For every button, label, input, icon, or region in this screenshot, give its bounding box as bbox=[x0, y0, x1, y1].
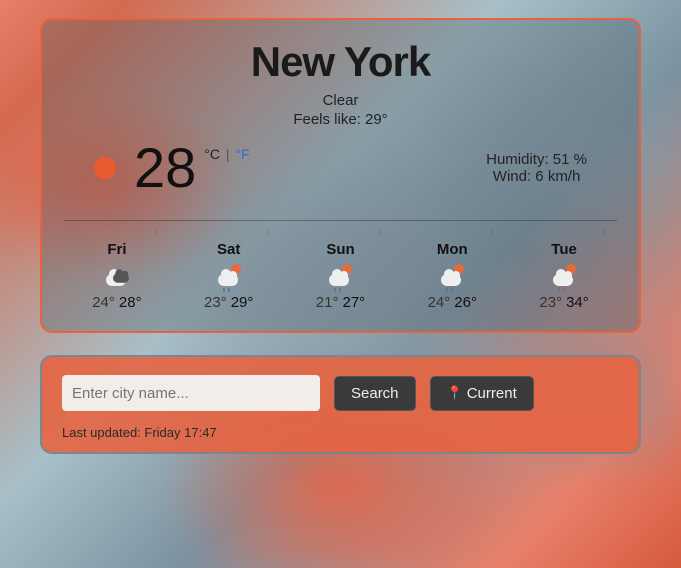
menu-dots-icon: ⋮ bbox=[377, 229, 383, 236]
divider bbox=[64, 220, 617, 221]
search-button[interactable]: Search bbox=[334, 376, 416, 411]
forecast-temps: 24°28° bbox=[64, 294, 170, 311]
forecast-row: ⋮ Fri 24°28° ⋮ Sat 23°29° ⋮ Sun 21°27° bbox=[64, 231, 617, 311]
weather-card: New York Clear Feels like: 29° 28 °C | °… bbox=[40, 18, 641, 333]
unit-toggle: °C | °F bbox=[204, 146, 249, 162]
forecast-day-name: Tue bbox=[511, 241, 617, 258]
unit-celsius[interactable]: °C bbox=[204, 146, 220, 162]
rain-sun-icon bbox=[215, 266, 243, 288]
forecast-day-name: Sat bbox=[176, 241, 282, 258]
wind: Wind: 6 km/h bbox=[486, 168, 587, 185]
search-input[interactable] bbox=[62, 375, 320, 411]
current-location-button[interactable]: 📍 Current bbox=[430, 376, 534, 411]
menu-dots-icon: ⋮ bbox=[154, 229, 160, 236]
city-header: New York Clear Feels like: 29° bbox=[64, 38, 617, 128]
menu-dots-icon: ⋮ bbox=[489, 229, 495, 236]
menu-dots-icon: ⋮ bbox=[601, 229, 607, 236]
current-button-label: Current bbox=[467, 385, 517, 402]
forecast-day-name: Mon bbox=[399, 241, 505, 258]
forecast-day: ⋮ Sat 23°29° bbox=[176, 231, 282, 311]
rain-sun-icon bbox=[438, 266, 466, 288]
forecast-day-name: Fri bbox=[64, 241, 170, 258]
city-name: New York bbox=[64, 38, 617, 86]
humidity: Humidity: 51 % bbox=[486, 151, 587, 168]
unit-fahrenheit[interactable]: °F bbox=[235, 146, 249, 162]
conditions-meta: Humidity: 51 % Wind: 6 km/h bbox=[486, 151, 617, 185]
sun-icon bbox=[94, 157, 116, 179]
rain-sun-icon bbox=[550, 266, 578, 288]
search-row: Search 📍 Current bbox=[62, 375, 619, 411]
forecast-day: ⋮ Fri 24°28° bbox=[64, 231, 170, 311]
pin-icon: 📍 bbox=[447, 385, 463, 401]
search-card: Search 📍 Current Last updated: Friday 17… bbox=[40, 355, 641, 454]
forecast-temps: 23°29° bbox=[176, 294, 282, 311]
current-temperature: 28 bbox=[134, 140, 196, 196]
rain-sun-icon bbox=[326, 266, 354, 288]
feels-like: Feels like: 29° bbox=[64, 111, 617, 128]
forecast-temps: 23°34° bbox=[511, 294, 617, 311]
temp-block: 28 °C | °F bbox=[64, 140, 250, 196]
forecast-temps: 21°27° bbox=[288, 294, 394, 311]
current-conditions-row: 28 °C | °F Humidity: 51 % Wind: 6 km/h bbox=[64, 140, 617, 196]
forecast-day: ⋮ Mon 24°26° bbox=[399, 231, 505, 311]
forecast-day: ⋮ Sun 21°27° bbox=[288, 231, 394, 311]
last-updated: Last updated: Friday 17:47 bbox=[62, 425, 619, 440]
forecast-day-name: Sun bbox=[288, 241, 394, 258]
forecast-temps: 24°26° bbox=[399, 294, 505, 311]
menu-dots-icon: ⋮ bbox=[266, 229, 272, 236]
forecast-day: ⋮ Tue 23°34° bbox=[511, 231, 617, 311]
weather-description: Clear bbox=[64, 92, 617, 109]
cloud-icon bbox=[103, 266, 131, 288]
unit-separator: | bbox=[222, 146, 233, 162]
